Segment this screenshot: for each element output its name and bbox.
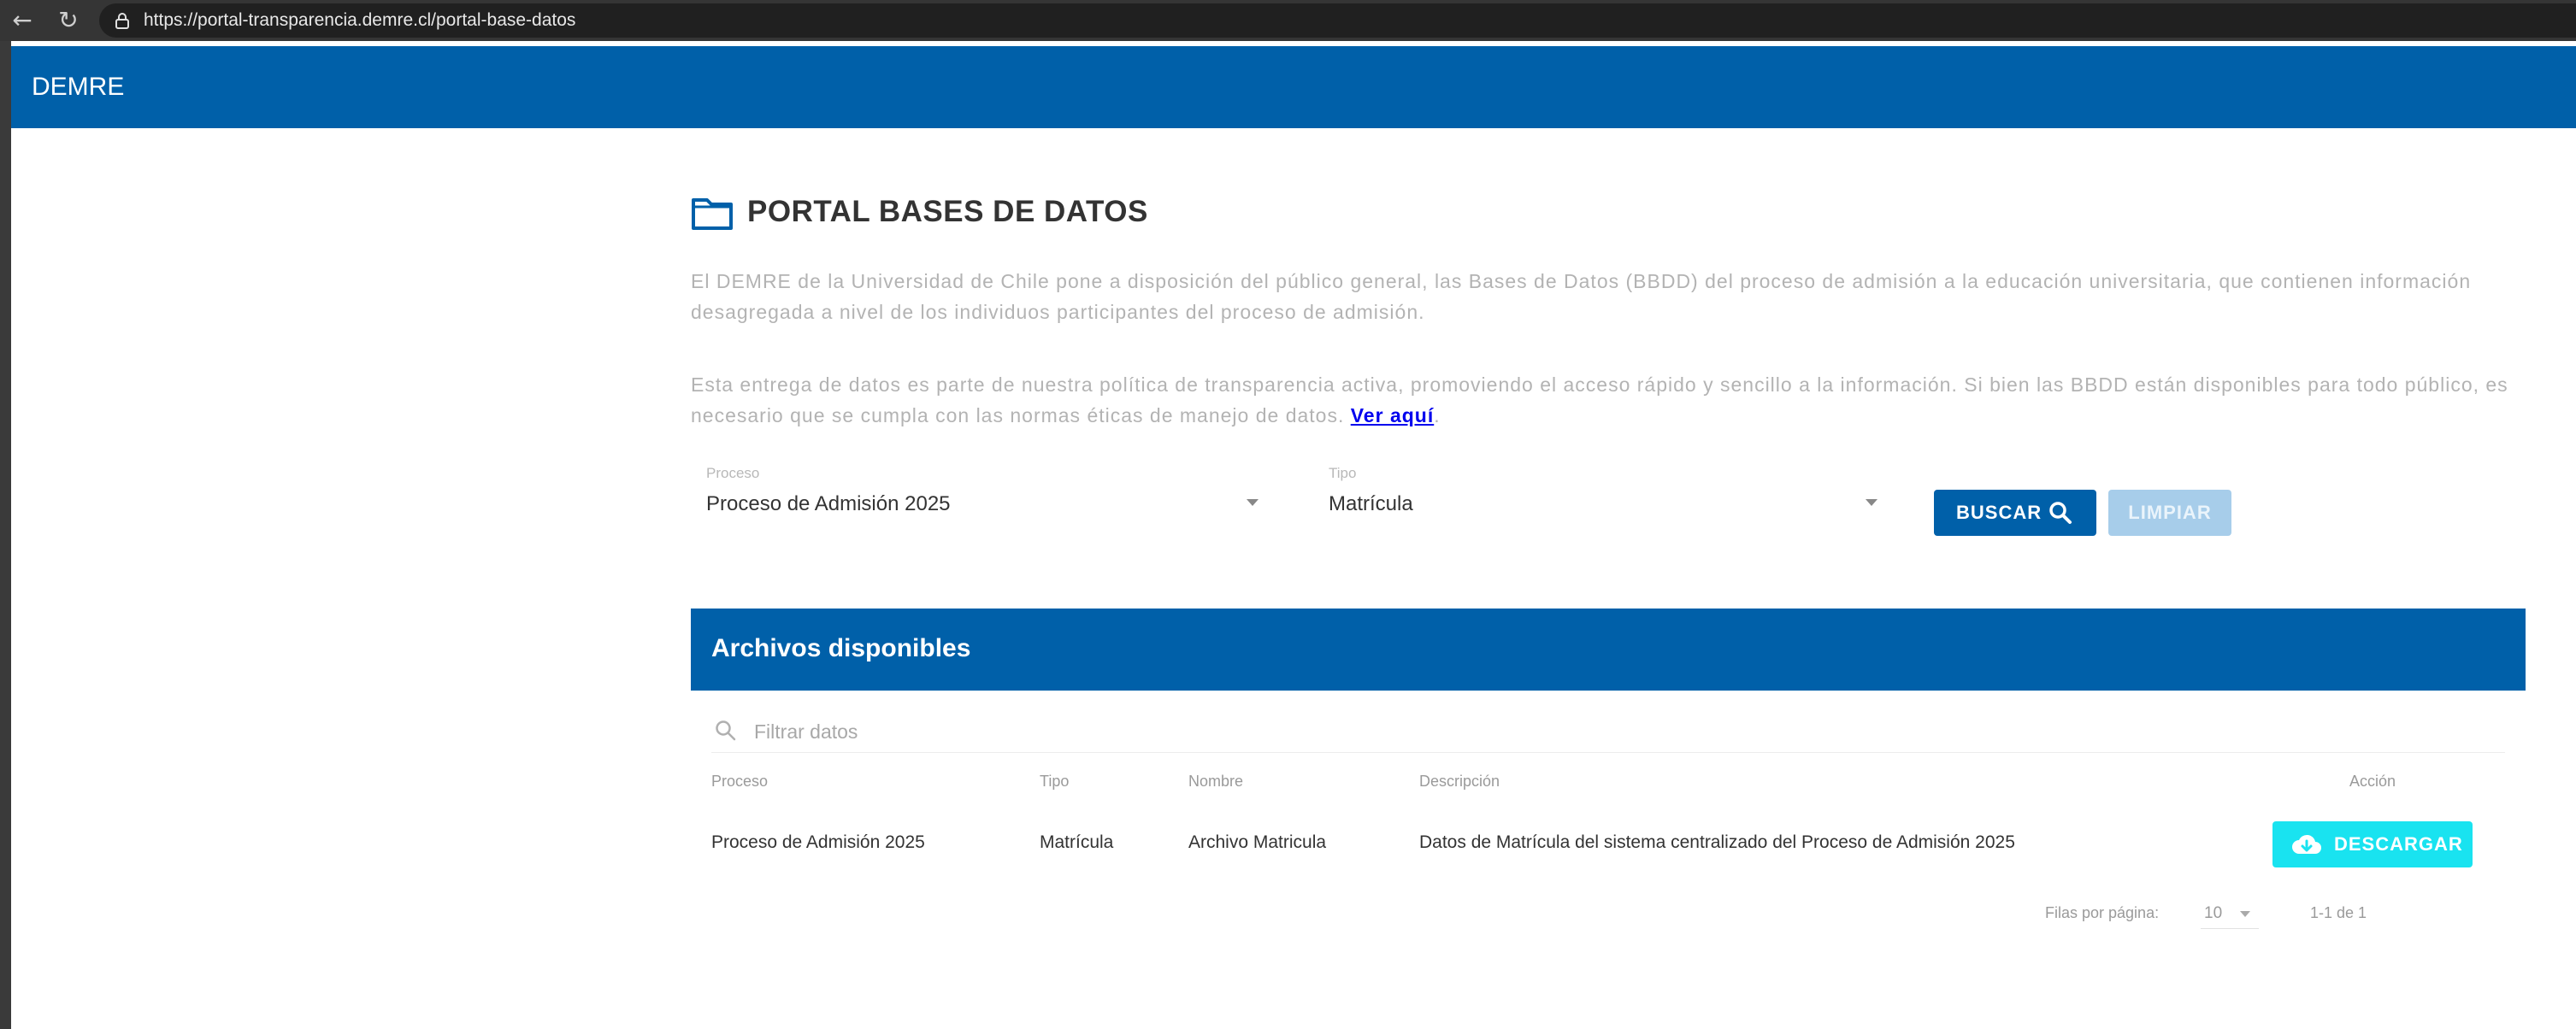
policy-paragraph: Esta entrega de datos es parte de nuestr… (691, 369, 2526, 431)
column-header-tipo[interactable]: Tipo (1040, 773, 1069, 791)
address-bar[interactable]: https://portal-transparencia.demre.cl/po… (99, 3, 2576, 38)
buscar-button[interactable]: BUSCAR (1934, 490, 2096, 536)
search-icon (2049, 502, 2072, 524)
rows-per-page-value: 10 (2204, 904, 2223, 922)
cell-nombre: Archivo Matricula (1188, 832, 1327, 852)
window-edge (0, 41, 11, 1029)
chevron-down-icon (1247, 499, 1259, 506)
pagination-range: 1-1 de 1 (2310, 904, 2367, 921)
filter-bar (711, 714, 2505, 753)
table-header-bar: Archivos disponibles (691, 609, 2526, 691)
column-header-descripcion[interactable]: Descripción (1419, 773, 1500, 791)
descargar-button[interactable]: DESCARGAR (2272, 821, 2473, 867)
cell-tipo: Matrícula (1040, 832, 1114, 852)
table-title: Archivos disponibles (711, 634, 971, 662)
url-text: https://portal-transparencia.demre.cl/po… (144, 10, 576, 30)
buscar-label: BUSCAR (1956, 502, 2043, 523)
cloud-download-icon (2292, 834, 2321, 854)
ver-aqui-link[interactable]: Ver aquí (1351, 404, 1434, 426)
cell-descripcion: Datos de Matrícula del sistema centraliz… (1419, 832, 2015, 852)
tipo-label: Tipo (1329, 465, 1357, 481)
brand-logo-text[interactable]: DEMRE (32, 72, 124, 103)
page-title: PORTAL BASES DE DATOS (747, 195, 1148, 228)
rows-per-page-select[interactable]: 10 (2201, 896, 2259, 929)
limpiar-button[interactable]: LIMPIAR (2108, 490, 2231, 536)
back-arrow-icon[interactable]: ← (9, 7, 36, 34)
descargar-label: DESCARGAR (2334, 833, 2463, 855)
column-header-accion: Acción (2349, 773, 2396, 790)
rows-per-page-label: Filas por página: (2045, 904, 2160, 921)
browser-toolbar: ← ↻ https://portal-transparencia.demre.c… (0, 0, 2576, 41)
cell-proceso: Proceso de Admisión 2025 (711, 832, 925, 852)
tipo-value: Matrícula (1329, 492, 1413, 515)
app-header: DEMRE (11, 46, 2576, 128)
reload-icon[interactable]: ↻ (55, 7, 82, 34)
chevron-down-icon (1866, 499, 1877, 506)
proceso-select[interactable]: Proceso Proceso de Admisión 2025 (691, 465, 1272, 526)
chevron-down-icon (2240, 911, 2250, 917)
intro-paragraph: El DEMRE de la Universidad de Chile pone… (691, 270, 2472, 323)
policy-text: Esta entrega de datos es parte de nuestr… (691, 373, 2508, 426)
column-header-nombre[interactable]: Nombre (1188, 773, 1243, 791)
tipo-select[interactable]: Tipo Matrícula (1313, 465, 1895, 525)
folder-icon (692, 198, 733, 230)
column-header-proceso[interactable]: Proceso (711, 773, 768, 791)
lock-icon (115, 13, 129, 29)
filter-input[interactable] (752, 716, 2380, 747)
policy-suffix: . (1434, 404, 1441, 426)
proceso-value: Proceso de Admisión 2025 (706, 492, 951, 515)
search-icon (716, 720, 736, 741)
proceso-label: Proceso (706, 465, 760, 481)
